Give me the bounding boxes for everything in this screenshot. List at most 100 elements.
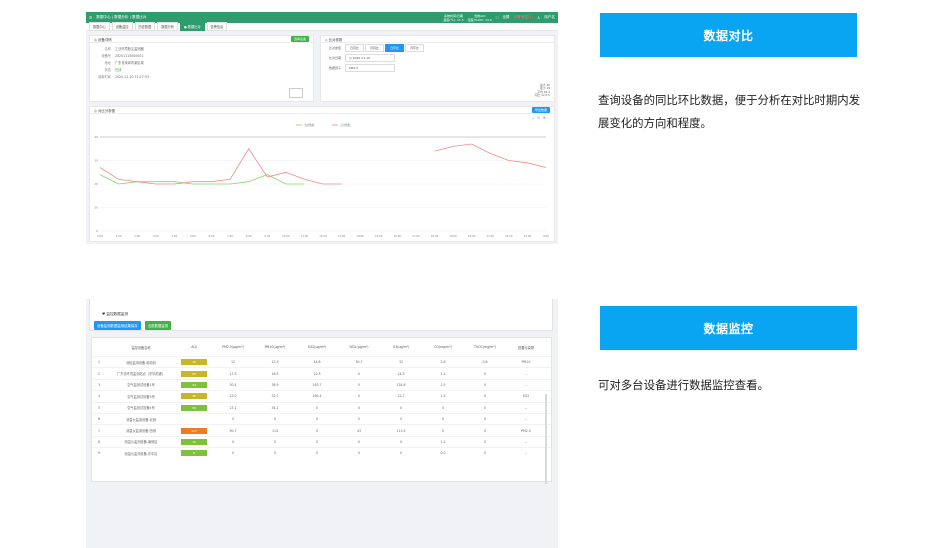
- column-header[interactable]: CO(mg/m³): [422, 345, 464, 349]
- table-cell-name: 测温仪监测设备-西侧: [126, 429, 156, 434]
- table-row[interactable]: 8 测温仪监测设备-南侧区 10 0 0 0 0 0 1.2 0 --: [92, 435, 551, 447]
- user-name[interactable]: 用户名: [544, 15, 555, 20]
- monitor-list-title: ♥ 监控数据监测: [102, 312, 128, 316]
- table-row[interactable]: 9 测温仪监测设备-东中区 8 0 0 0 0 0 0.0 0 --: [92, 447, 551, 458]
- table-row[interactable]: 1 测绘监测设备-电动机 40 12 12.5 44.6 30.7 32 2.6 0.6 PM10: [92, 356, 551, 367]
- legend-label[interactable]: 对比数据: [340, 123, 351, 127]
- device-field-row: 名称 工业环境粉尘监测器: [90, 45, 313, 52]
- table-cell-o3: 0: [399, 417, 403, 422]
- legend-label[interactable]: 当前数据: [304, 123, 315, 127]
- x-tick-label: 0:00: [97, 234, 103, 238]
- export-data-button[interactable]: 导出数据: [531, 107, 550, 113]
- compare-panel-title: ◇ 比对参数: [325, 37, 343, 42]
- table-cell-pm10: 0: [273, 451, 277, 456]
- compare-stats: 最大 46 最小 18 平均 29.4 同比 12.5%: [534, 83, 550, 98]
- table-row[interactable]: 3 空气监测试设备1号 34 30.4 36.9 163.7 0 134.6 1.5 0 --: [92, 378, 551, 390]
- device-field-row: 最新时间 2020-11-10 11:27:33: [90, 73, 313, 80]
- table-cell-pm25: 12: [230, 360, 236, 365]
- table-cell-co: 1.2: [440, 371, 446, 376]
- compare-date-label: 比对日期: [328, 56, 341, 60]
- table-cell-o3: 22.7: [397, 394, 405, 399]
- feature-data-monitor-desc: 可对多台设备进行数据监控查看。: [598, 378, 769, 392]
- aqi-badge: 40: [181, 359, 207, 366]
- compare-type-selector: 日同比 月同比 日环比 月环比: [345, 44, 425, 52]
- table-cell-tvoc: 0.6: [482, 360, 488, 365]
- tab-1[interactable]: 设备监控: [111, 22, 133, 31]
- column-header[interactable]: NO2(μg/m³): [338, 345, 380, 349]
- compare-type-option[interactable]: 日环比: [385, 44, 405, 52]
- tab-0[interactable]: 数据中心: [89, 22, 110, 31]
- table-cell-no2: 0: [357, 439, 361, 444]
- table-cell-so2: 44.6: [313, 360, 321, 365]
- device-field-row: 地址 广东省深圳市某区域: [90, 59, 313, 66]
- table-cell-o3: 0: [399, 439, 403, 444]
- table-row[interactable]: 6 测温仪监测设备-北侧 0 0 0 0 0 0 0 --: [92, 412, 551, 424]
- x-tick-label: 15:00: [375, 234, 383, 238]
- table-row[interactable]: 7 测温仪监测设备-西侧 117 90.7 114 0 43 113.5 0 0 PM2.5: [92, 424, 551, 435]
- compare-type-option[interactable]: 月同比: [365, 44, 385, 52]
- column-header[interactable]: 首要污染物: [506, 345, 546, 350]
- tab-5[interactable]: 告警信息: [206, 22, 228, 31]
- tab-4[interactable]: ● 数据比对: [180, 22, 205, 31]
- compare-type-option[interactable]: 月环比: [405, 44, 425, 52]
- table-cell-name: 空气监测试设备4号: [127, 406, 155, 411]
- tab-2[interactable]: 历史数据: [134, 22, 156, 31]
- table-cell-so2: 0: [315, 428, 319, 433]
- column-header[interactable]: PM10(μg/m³): [254, 345, 296, 349]
- device-field-key: 最新时间: [98, 75, 111, 79]
- compare-type-option[interactable]: 日同比: [345, 44, 365, 52]
- monitor-action-button[interactable]: 设备监测数据监测结果保存: [94, 321, 141, 330]
- fullscreen-label[interactable]: 全屏: [502, 15, 509, 20]
- stat-label: 同比: [534, 93, 541, 98]
- y-tick-label: 0: [96, 229, 98, 233]
- y-tick-label: 10: [94, 206, 98, 210]
- table-row[interactable]: 5 空气监测试设备4号 30 23.1 34.1 0 0 0 0 0 --: [92, 401, 551, 413]
- x-tick-label: 21:00: [487, 234, 495, 238]
- feature-data-compare-desc: 查询设备的同比环比数据，便于分析在对比时期内发展变化的方向和程度。: [598, 93, 860, 130]
- table-cell-o3: 24.3: [397, 371, 405, 376]
- table-row[interactable]: 4 空气监测试设备3号 40 23.0 32.1 165.4 0 22.7 1.5 0 SO2: [92, 390, 551, 401]
- table-cell-name: 广东省环境监测站点（东华前通）: [117, 372, 165, 377]
- compare-date-input[interactable]: ◷ 2020-11-10: [345, 54, 395, 62]
- x-tick-label: 5:00: [190, 234, 196, 238]
- feature-data-compare-button[interactable]: 数据对比: [600, 13, 857, 57]
- table-header: 监控设备名称 AQI PM2.5(μg/m³) PM10(μg/m³) SO2(μg/m…: [92, 338, 551, 356]
- x-tick-label: 14:00: [356, 234, 364, 238]
- table-cell-no2: 30.7: [355, 360, 363, 365]
- fullscreen-icon[interactable]: ⛶: [496, 16, 499, 20]
- table-cell-o3: 32: [398, 360, 404, 365]
- x-tick-label: 7:00: [227, 234, 233, 238]
- table-cell-primary: --: [524, 439, 528, 444]
- table-cell-idx: 7: [97, 428, 101, 433]
- x-tick-label: 20:00: [468, 234, 476, 238]
- user-icon[interactable]: ♙: [537, 16, 540, 20]
- device-field-row: 设备号 20201115000001: [90, 52, 313, 59]
- column-header[interactable]: 监控设备名称: [106, 345, 176, 350]
- table-cell-aqi: 40: [176, 359, 212, 366]
- monitor-action-button[interactable]: 当前数据监测: [144, 321, 172, 330]
- factor-select[interactable]: PM2.5: [345, 64, 395, 72]
- table-scrollbar[interactable]: [545, 394, 547, 484]
- column-header[interactable]: PM2.5(μg/m³): [212, 345, 254, 349]
- feature-data-monitor-button[interactable]: 数据监控: [600, 306, 857, 350]
- alert-link[interactable]: 告警消息(1): [514, 15, 533, 20]
- x-tick-label: 23:00: [524, 234, 532, 238]
- device-field-row: 状态 在线: [90, 66, 313, 73]
- aqi-badge: 30: [181, 404, 207, 411]
- menu-icon[interactable]: ☰: [89, 16, 92, 20]
- column-header[interactable]: AQI: [176, 345, 212, 349]
- x-tick-label: 19:00: [449, 234, 457, 238]
- table-cell-tvoc: 0: [483, 451, 487, 456]
- table-cell-o3: 0: [399, 451, 403, 456]
- table-row[interactable]: 2 广东省环境监测站点（东华前通） 50 17.5 16.5 22.3 0 24.3 1.2 0 -…: [92, 367, 551, 378]
- factor-label: 数据因子: [328, 66, 341, 70]
- column-header[interactable]: TVOC(mg/m³): [464, 345, 506, 349]
- x-tick-label: 17:00: [412, 234, 420, 238]
- table-cell-so2: 0: [315, 405, 319, 410]
- y-tick-label: 30: [94, 159, 98, 163]
- column-header[interactable]: SO2(μg/m³): [296, 345, 338, 349]
- column-header[interactable]: O3(μg/m³): [380, 345, 422, 349]
- tab-3[interactable]: 数据分析: [157, 22, 178, 31]
- monitor-buttons: 设备监测数据监测结果保存 当前数据监测: [90, 317, 552, 330]
- select-device-button[interactable]: 选择设备: [290, 36, 309, 42]
